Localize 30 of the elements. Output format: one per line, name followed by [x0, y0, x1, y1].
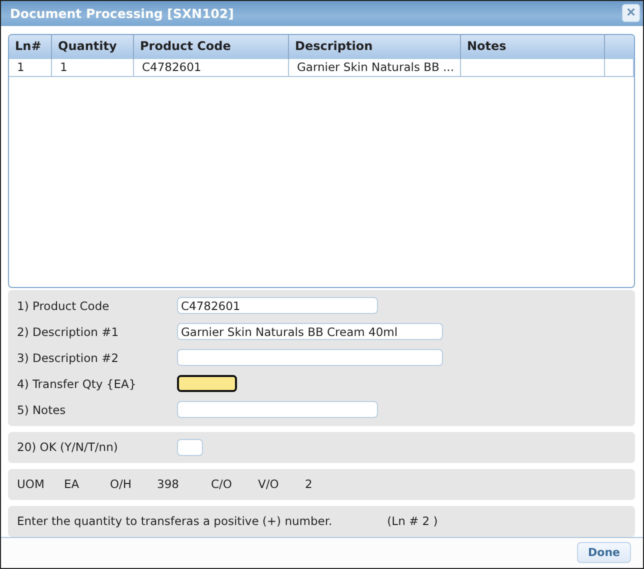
info-text: 398: [157, 477, 180, 492]
field-label: 3) Description #2: [17, 350, 120, 365]
info-text: 2: [305, 477, 314, 492]
instruction-text: Enter the quantity to transferas a positive (+) number.: [17, 514, 332, 528]
table-cell: Garnier Skin Naturals BB ...: [297, 60, 454, 74]
done-button[interactable]: Done: [577, 542, 631, 564]
info-text: V/O: [258, 477, 280, 492]
field-label: 2) Description #1: [17, 324, 120, 339]
table-row[interactable]: 1 1 C4782601 Garnier Skin Naturals BB ...: [9, 58, 634, 77]
input-field[interactable]: [177, 375, 237, 392]
column-header[interactable]: Product Code: [134, 34, 289, 59]
column-header[interactable]: Description: [289, 34, 461, 59]
column-header[interactable]: Quantity: [52, 34, 134, 59]
info-text: O/H: [110, 477, 133, 492]
column-header[interactable]: Ln#: [9, 34, 52, 59]
field-label: 5) Notes: [17, 402, 67, 417]
window-title: Document Processing [SXN102]: [10, 6, 234, 21]
info-text: C/O: [211, 477, 233, 492]
field-label: 20) OK (Y/N/T/nn): [17, 440, 119, 454]
table-cell: 1: [17, 60, 24, 74]
table-cell: C4782601: [142, 60, 202, 74]
input-field[interactable]: Garnier Skin Naturals BB Cream 40ml: [177, 323, 443, 340]
line-number-text: (Ln # 2 ): [387, 514, 438, 528]
input-field[interactable]: C4782601: [177, 297, 378, 314]
field-label: 1) Product Code: [17, 298, 110, 313]
info-text: UOM: [17, 477, 46, 492]
info-text: EA: [64, 477, 80, 492]
table-cell: 1: [60, 60, 68, 74]
column-header[interactable]: Notes: [461, 34, 605, 59]
field-label: 4) Transfer Qty {EA}: [17, 376, 138, 391]
